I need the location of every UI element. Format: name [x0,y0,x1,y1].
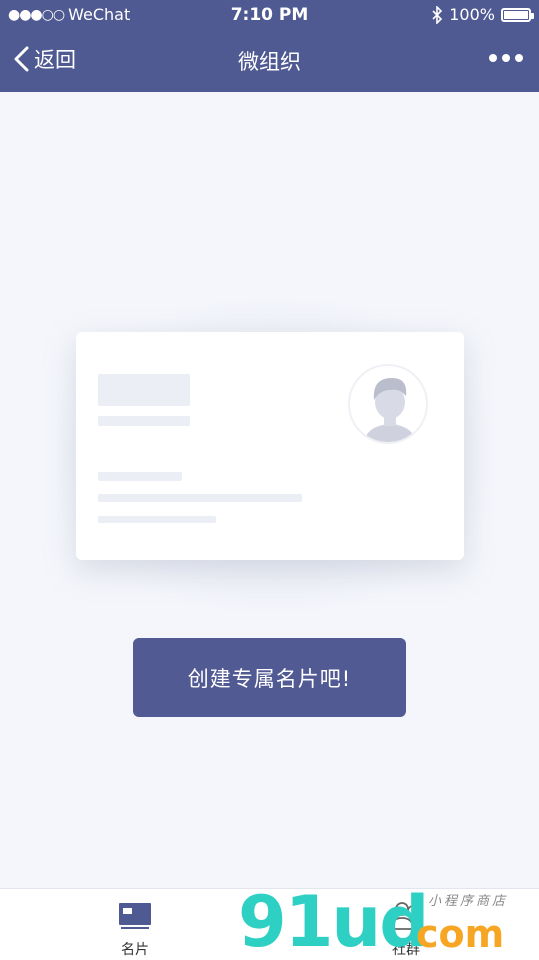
status-right: 100% [431,0,534,30]
create-card-button[interactable]: 创建专属名片吧! [133,638,406,717]
line-placeholder [98,494,302,502]
battery-percent: 100% [449,5,495,24]
tab-card[interactable]: 名片 [75,889,195,960]
bluetooth-icon [432,6,443,24]
info-placeholder [98,472,182,481]
page-title: 微组织 [238,50,301,74]
top-bar: ●●●○○ WeChat 7:10 PM 100% 返回 微组织 [0,0,539,92]
tab-card-label: 名片 [121,942,149,958]
title-placeholder [98,416,190,426]
watermark-suffix: com [416,912,505,956]
avatar-placeholder-icon [348,364,428,444]
watermark-caption: 小程序商店 [428,894,509,909]
navigation-bar: 返回 微组织 [0,36,539,86]
battery-icon [501,8,534,22]
card-icon [119,903,151,929]
business-card-placeholder [76,332,464,560]
name-placeholder [98,374,190,406]
more-dots-icon[interactable] [489,54,523,62]
watermark: 91ud 小程序商店 com [238,884,538,960]
watermark-logo: 91ud [238,881,429,960]
status-bar: ●●●○○ WeChat 7:10 PM 100% [0,0,539,30]
line-placeholder-short [98,516,216,523]
